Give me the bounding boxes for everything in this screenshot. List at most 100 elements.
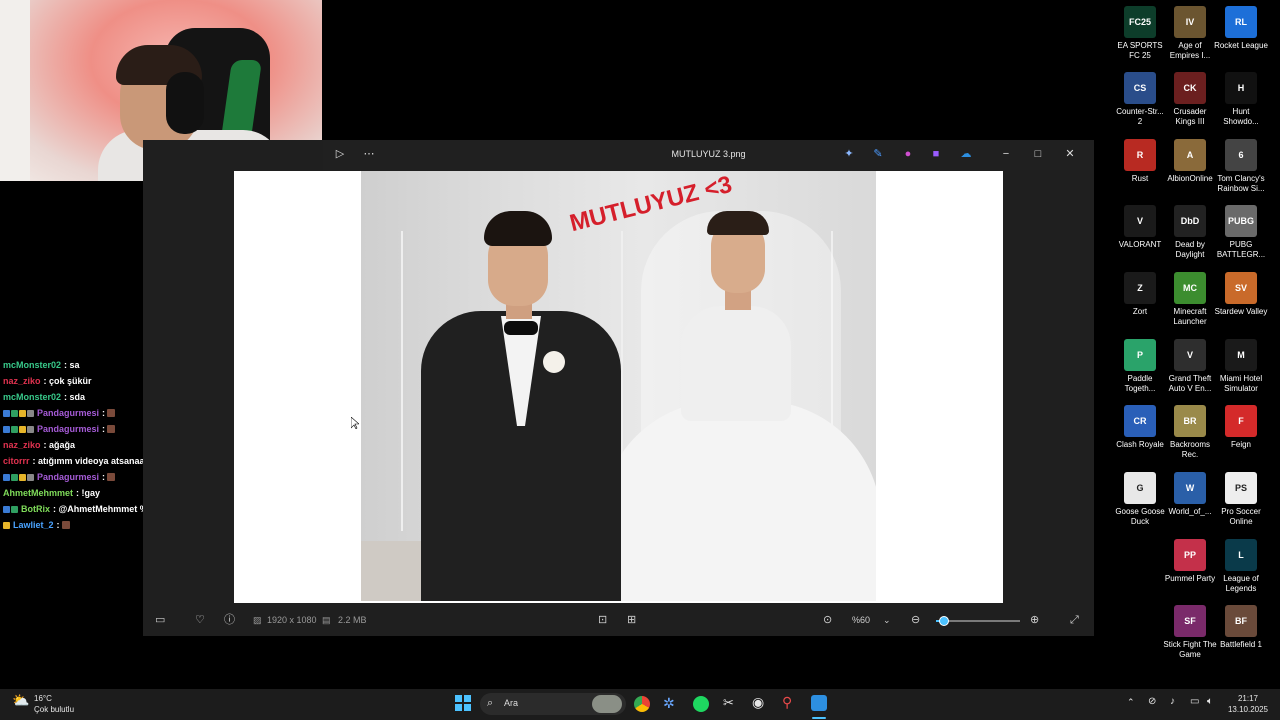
zoom-select[interactable]: %60 xyxy=(852,614,870,626)
desktop-shortcut-label: Stick Fight The Game xyxy=(1163,640,1217,659)
chat-text: : !gay xyxy=(76,488,101,498)
chat-username[interactable]: Lawliet_2 xyxy=(13,517,54,533)
paint-icon[interactable]: ● xyxy=(902,148,914,160)
desktop-shortcut[interactable]: R Rust xyxy=(1113,139,1167,184)
desktop-shortcut[interactable]: V VALORANT xyxy=(1113,205,1167,250)
desktop-shortcut[interactable]: DbD Dead by Daylight xyxy=(1163,205,1217,260)
desktop-shortcut[interactable]: CK Crusader Kings III xyxy=(1163,72,1217,127)
clock-date[interactable]: 13.10.2025 xyxy=(1222,705,1274,715)
chevron-up-icon[interactable]: ⌃ xyxy=(1127,697,1135,708)
chat-username[interactable]: Pandagurmesi xyxy=(37,405,99,421)
photos-app-icon[interactable] xyxy=(811,695,827,711)
crop-icon[interactable]: ⊡ xyxy=(598,614,607,626)
file-size: 2.2 MB xyxy=(338,615,367,625)
desktop-shortcut-label: Miami Hotel Simulator xyxy=(1219,374,1263,393)
info-icon[interactable]: ⓘ xyxy=(224,614,235,626)
desktop-shortcut-label: Pro Soccer Online xyxy=(1221,507,1261,526)
desktop-shortcut[interactable]: F Feign xyxy=(1214,405,1268,450)
desktop-shortcut[interactable]: CR Clash Royale xyxy=(1113,405,1167,450)
zoom-slider[interactable] xyxy=(936,616,1020,626)
chat-username[interactable]: AhmetMehmmet xyxy=(3,485,73,501)
desktop-shortcut[interactable]: H Hunt Showdo... xyxy=(1214,72,1268,127)
maximize-icon[interactable]: □ xyxy=(1032,148,1044,160)
desktop-shortcut[interactable]: P Paddle Togeth... xyxy=(1113,339,1167,394)
chat-username[interactable]: BotRix xyxy=(21,501,50,517)
desktop-shortcut[interactable]: V Grand Theft Auto V En... xyxy=(1163,339,1217,394)
desktop-shortcut-label: Age of Empires I... xyxy=(1169,41,1211,60)
chat-username[interactable]: naz_ziko xyxy=(3,373,41,389)
chat-username[interactable]: Pandagurmesi xyxy=(37,469,99,485)
desktop-shortcut-label: League of Legends xyxy=(1223,574,1259,593)
windows-start-icon[interactable] xyxy=(455,695,471,714)
steam-icon[interactable]: ✲ xyxy=(663,695,675,712)
image-canvas[interactable]: MUTLUYUZ <3 xyxy=(234,171,1003,603)
app-icon: SV xyxy=(1225,272,1257,304)
desktop-shortcut[interactable]: SV Stardew Valley xyxy=(1214,272,1268,317)
desktop-shortcut[interactable]: FC25 EA SPORTS FC 25 xyxy=(1113,6,1167,61)
desktop-shortcut[interactable]: IV Age of Empires I... xyxy=(1163,6,1217,61)
desktop-shortcut[interactable]: M Miami Hotel Simulator xyxy=(1214,339,1268,394)
chat-badge-icon xyxy=(11,505,18,513)
desktop-shortcut[interactable]: SF Stick Fight The Game xyxy=(1163,605,1217,660)
spotify-icon[interactable] xyxy=(693,696,709,712)
obs-icon[interactable]: ◉ xyxy=(752,694,764,711)
minimize-icon[interactable]: − xyxy=(1000,148,1012,160)
chat-username[interactable]: Pandagurmesi xyxy=(37,421,99,437)
copilot-icon[interactable]: ✦ xyxy=(843,148,855,160)
wall-panel xyxy=(401,231,403,531)
desktop-shortcut[interactable]: BR Backrooms Rec. xyxy=(1163,405,1217,460)
weather-temp[interactable]: 16°C xyxy=(34,694,52,703)
select-icon[interactable]: ⊞ xyxy=(627,614,636,626)
zoom-slider-thumb[interactable] xyxy=(939,616,950,626)
capcut-icon[interactable]: ✂ xyxy=(723,695,734,711)
location-icon[interactable]: ⚲ xyxy=(782,694,792,711)
bride-dress xyxy=(601,401,876,601)
desktop-shortcut[interactable]: RL Rocket League xyxy=(1214,6,1268,51)
display-icon[interactable]: ▭ xyxy=(1190,696,1199,707)
close-icon[interactable]: ✕ xyxy=(1064,148,1076,160)
desktop-shortcut[interactable]: MC Minecraft Launcher xyxy=(1163,272,1217,327)
desktop-shortcut[interactable]: G Goose Goose Duck xyxy=(1113,472,1167,527)
desktop-shortcut[interactable]: PS Pro Soccer Online xyxy=(1214,472,1268,527)
chrome-icon[interactable] xyxy=(634,696,650,712)
onedrive-icon[interactable]: ☁ xyxy=(960,148,972,160)
groom-hair xyxy=(484,211,552,246)
fit-screen-icon[interactable]: ⊙ xyxy=(823,614,832,626)
favorite-icon[interactable]: ♡ xyxy=(195,614,205,626)
network-off-icon[interactable]: ⊘ xyxy=(1148,696,1156,707)
chat-text: : xyxy=(102,408,106,418)
desktop-shortcut[interactable]: BF Battlefield 1 xyxy=(1214,605,1268,650)
chat-username[interactable]: mcMonster02 xyxy=(3,357,61,373)
desktop-shortcut-label: VALORANT xyxy=(1118,240,1162,249)
chat-username[interactable]: naz_ziko xyxy=(3,437,41,453)
desktop-shortcut[interactable]: PP Pummel Party xyxy=(1163,539,1217,584)
filmstrip-icon[interactable]: ▭ xyxy=(155,614,165,626)
desktop-shortcut-label: Battlefield 1 xyxy=(1220,640,1262,649)
speaker-icon[interactable]: 🔈︎ xyxy=(1207,696,1213,707)
desktop-shortcut[interactable]: 6 Tom Clancy's Rainbow Si... xyxy=(1214,139,1268,194)
clock-time[interactable]: 21:17 xyxy=(1228,694,1268,704)
weather-desc[interactable]: Çok bulutlu xyxy=(34,705,74,714)
weather-icon[interactable]: ⛅ xyxy=(12,692,29,709)
chat-text: : sa xyxy=(64,360,80,370)
desktop-shortcut-label: Rust xyxy=(1131,174,1149,183)
desktop-shortcut[interactable]: L League of Legends xyxy=(1214,539,1268,594)
desktop-shortcut[interactable]: PUBG PUBG BATTLEGR... xyxy=(1214,205,1268,260)
chat-username[interactable]: mcMonster02 xyxy=(3,389,61,405)
microphone-icon[interactable]: ♪ xyxy=(1170,696,1175,707)
desktop-shortcut[interactable]: CS Counter-Str... 2 xyxy=(1113,72,1167,127)
desktop-shortcut-label: Tom Clancy's Rainbow Si... xyxy=(1217,174,1265,193)
app-icon: CK xyxy=(1174,72,1206,104)
zoom-out-icon[interactable]: ⊖ xyxy=(911,614,920,626)
clipchamp-icon[interactable]: ■ xyxy=(930,148,942,160)
desktop-shortcut[interactable]: Z Zort xyxy=(1113,272,1167,317)
app-icon: CR xyxy=(1124,405,1156,437)
chevron-down-icon[interactable]: ⌄ xyxy=(883,614,891,626)
taskbar-search[interactable]: ⌕ Ara xyxy=(480,693,626,715)
zoom-in-icon[interactable]: ⊕ xyxy=(1030,614,1039,626)
fullscreen-icon[interactable]: ⤢ xyxy=(1070,614,1079,626)
chat-username[interactable]: citorrr xyxy=(3,453,30,469)
edit-icon[interactable]: ✎ xyxy=(872,148,884,160)
desktop-shortcut[interactable]: A AlbionOnline xyxy=(1163,139,1217,184)
desktop-shortcut[interactable]: W World_of_... xyxy=(1163,472,1217,517)
